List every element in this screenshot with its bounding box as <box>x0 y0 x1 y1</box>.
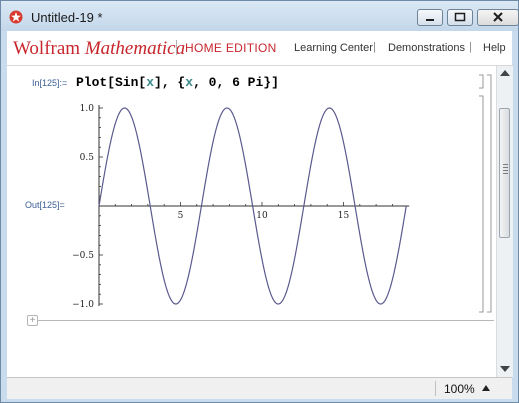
sine-plot[interactable]: −1.0 −0.5 0.5 1.0 5 10 15 <box>7 66 496 377</box>
x-tick-label: 10 <box>256 211 268 221</box>
vertical-scrollbar[interactable] <box>496 66 513 377</box>
notebook-header: Wolfram Mathematica HOME EDITION Learnin… <box>7 31 512 66</box>
y-tick-label: 0.5 <box>80 153 95 163</box>
demonstrations-link[interactable]: Demonstrations <box>388 42 465 54</box>
mathematica-window: Untitled-19 * Wolfram Mathematica HOME E… <box>0 0 519 403</box>
zoom-level[interactable]: 100% <box>444 382 475 396</box>
minimize-icon <box>426 19 434 21</box>
grip-line <box>503 167 508 168</box>
cell-bracket[interactable] <box>477 74 493 314</box>
learning-center-link[interactable]: Learning Center <box>294 42 373 54</box>
maximize-button[interactable] <box>447 9 473 26</box>
title-bar[interactable]: Untitled-19 * <box>1 1 519 31</box>
nav-separator: | <box>469 41 472 53</box>
x-tick-label: 15 <box>338 211 350 221</box>
close-icon <box>493 12 503 22</box>
cell-insertion-line[interactable] <box>29 320 494 321</box>
zoom-menu-arrow-icon[interactable] <box>482 385 490 391</box>
add-cell-button[interactable]: + <box>27 315 38 326</box>
brand-mathematica: Mathematica <box>84 38 186 59</box>
scroll-down-icon[interactable] <box>500 366 510 372</box>
y-tick-label: 1.0 <box>80 104 95 114</box>
header-divider <box>176 40 177 55</box>
x-tick-label: 5 <box>178 211 184 221</box>
scroll-up-icon[interactable] <box>500 70 510 76</box>
grip-line <box>503 170 508 171</box>
maximize-icon <box>454 12 466 22</box>
window-title: Untitled-19 * <box>31 10 103 25</box>
help-link[interactable]: Help <box>483 42 506 54</box>
grip-line <box>503 164 508 165</box>
brand-wolfram: Wolfram <box>13 38 81 59</box>
close-window-button[interactable] <box>477 9 519 26</box>
status-divider <box>435 381 436 396</box>
scroll-thumb[interactable] <box>499 108 510 238</box>
y-tick-label: −0.5 <box>72 251 94 261</box>
notebook-content[interactable]: In[125]:= Plot[Sin[x], {x, 0, 6 Pi}] Out… <box>7 66 496 377</box>
grip-line <box>503 173 508 174</box>
minimize-button[interactable] <box>417 9 443 26</box>
y-tick-label: −1.0 <box>72 300 94 310</box>
nav-separator: | <box>373 41 376 53</box>
edition-label: HOME EDITION <box>185 41 277 55</box>
status-bar: 100% <box>7 377 512 399</box>
mathematica-app-icon <box>9 10 23 24</box>
wolfram-mathematica-logo: Wolfram Mathematica <box>13 38 185 60</box>
